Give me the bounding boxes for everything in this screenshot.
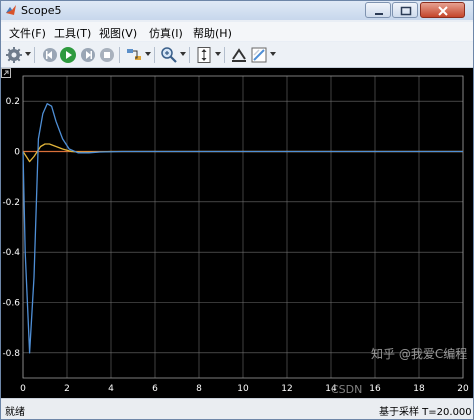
toolbar-separator bbox=[189, 47, 190, 63]
scope-chart: 0 2 4 6 8 10 12 14 16 18 200.20-0.2-0.4-0.6-0.8 知乎 … bbox=[2, 75, 469, 396]
x-tick-label: 12 bbox=[281, 384, 292, 394]
menu-help[interactable]: 帮助(H) bbox=[193, 25, 232, 41]
toolbar bbox=[1, 42, 473, 68]
x-tick-label: 20 bbox=[457, 384, 469, 394]
y-tick-label: -0.4 bbox=[2, 248, 20, 258]
title-bar[interactable]: Scope5 bbox=[1, 1, 473, 20]
toolbar-separator bbox=[224, 47, 225, 63]
chevron-down-icon[interactable] bbox=[145, 51, 151, 57]
zoom-icon[interactable] bbox=[160, 46, 178, 64]
watermark-zhihu: 知乎 @我爱C编程 bbox=[371, 346, 467, 361]
x-tick-label: 10 bbox=[237, 384, 249, 394]
window-title: Scope5 bbox=[21, 4, 62, 17]
style-icon[interactable] bbox=[250, 46, 268, 64]
watermark-csdn: CSDN bbox=[331, 383, 362, 396]
x-tick-label: 4 bbox=[108, 384, 114, 394]
y-tick-label: 0 bbox=[14, 148, 20, 158]
chevron-down-icon[interactable] bbox=[180, 51, 186, 57]
y-tick-label: -0.8 bbox=[2, 349, 20, 359]
x-tick-label: 6 bbox=[152, 384, 158, 394]
y-tick-label: -0.2 bbox=[2, 198, 20, 208]
x-tick-label: 0 bbox=[20, 384, 26, 394]
menu-view[interactable]: 视图(V) bbox=[99, 25, 137, 41]
undock-icon[interactable] bbox=[1, 68, 11, 78]
scale-axes-icon[interactable] bbox=[195, 46, 213, 64]
maximize-button[interactable] bbox=[392, 2, 418, 18]
minimize-icon bbox=[375, 13, 383, 15]
close-button[interactable] bbox=[420, 2, 465, 18]
cursor-measure-icon[interactable] bbox=[230, 46, 248, 64]
x-tick-label: 2 bbox=[64, 384, 70, 394]
chevron-down-icon[interactable] bbox=[215, 51, 221, 57]
toolbar-separator bbox=[34, 47, 35, 63]
close-icon bbox=[438, 6, 448, 16]
matlab-logo-icon bbox=[6, 5, 16, 15]
chevron-down-icon[interactable] bbox=[25, 51, 31, 57]
status-bar: 就绪 基于采样 T=20.000 bbox=[1, 398, 473, 419]
menu-simulation[interactable]: 仿真(I) bbox=[149, 25, 183, 41]
y-tick-label: 0.2 bbox=[6, 97, 20, 107]
chevron-down-icon[interactable] bbox=[270, 51, 276, 57]
toolbar-separator bbox=[154, 47, 155, 63]
status-ready: 就绪 bbox=[5, 407, 25, 418]
x-tick-label: 16 bbox=[369, 384, 381, 394]
stop-icon[interactable] bbox=[98, 46, 116, 64]
menu-file[interactable]: 文件(F) bbox=[9, 25, 46, 41]
x-tick-label: 18 bbox=[413, 384, 425, 394]
toolbar-separator bbox=[119, 47, 120, 63]
menu-bar: 文件(F) 工具(T) 视图(V) 仿真(I) 帮助(H) bbox=[1, 22, 473, 41]
run-icon[interactable] bbox=[59, 46, 77, 64]
menu-tools[interactable]: 工具(T) bbox=[54, 25, 91, 41]
step-back-icon[interactable] bbox=[41, 46, 59, 64]
scope-plot-area[interactable]: 0 2 4 6 8 10 12 14 16 18 20 0.2 0 -0.2 -0.4 -0.6 -0.8 知乎 … bbox=[1, 68, 473, 398]
maximize-icon bbox=[400, 6, 412, 16]
y-tick-label: -0.6 bbox=[2, 299, 20, 309]
status-sample-time: 基于采样 T=20.000 bbox=[379, 407, 472, 418]
minimize-button[interactable] bbox=[365, 2, 391, 18]
x-tick-label: 8 bbox=[196, 384, 202, 394]
step-forward-icon[interactable] bbox=[79, 46, 97, 64]
gear-icon[interactable] bbox=[5, 46, 23, 64]
highlight-icon[interactable] bbox=[125, 46, 143, 64]
scope-window: Scope5 文件(F) 工具(T) 视图(V) 仿真(I) 帮助(H) 0 2… bbox=[0, 0, 474, 420]
